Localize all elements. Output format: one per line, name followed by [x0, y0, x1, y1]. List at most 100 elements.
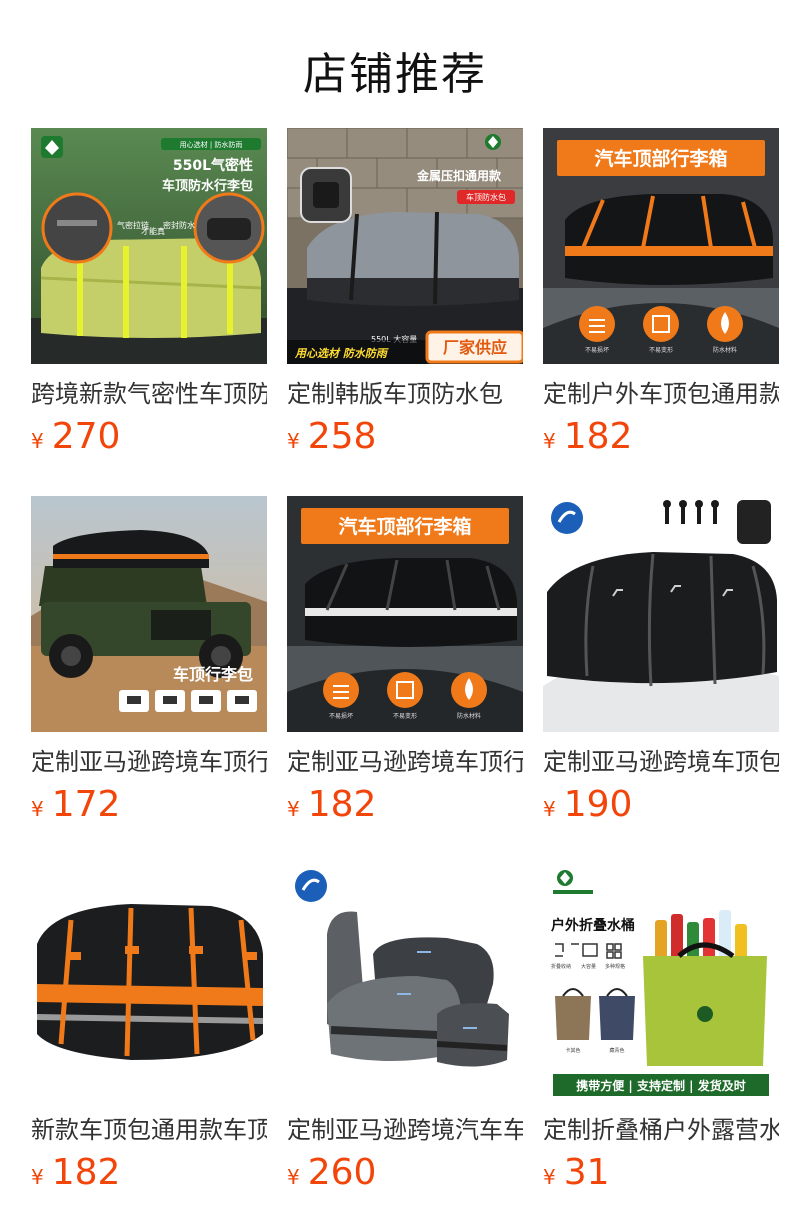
product-title[interactable]: 定制亚马逊跨境车顶行李箱 [287, 747, 523, 777]
product-image[interactable] [287, 864, 523, 1100]
product-price: 182 [51, 1152, 121, 1193]
currency-symbol: ¥ [287, 797, 300, 821]
banner-text: 厂家供应 [443, 338, 507, 357]
feature-label: 不易损坏 [585, 346, 609, 354]
currency-symbol: ¥ [543, 797, 556, 821]
price-row: ¥190 [543, 784, 632, 828]
product-card[interactable]: 定制亚马逊跨境汽车车顶包 ¥260 [287, 864, 523, 1209]
banner-text: 汽车顶部行李箱 [338, 515, 471, 538]
brand-logo-icon [485, 134, 501, 150]
layers-icon [323, 672, 359, 708]
price-row: ¥182 [543, 416, 632, 460]
product-image[interactable]: 金属压扣通用款 车顶防水包 550L 大容量 用心选材 防水防雨 厂家供应 [287, 128, 523, 364]
product-image[interactable] [31, 864, 267, 1100]
product-title[interactable]: 定制韩版车顶防水包 [287, 379, 523, 409]
price-row: ¥182 [31, 1152, 120, 1196]
feature-label: 不易损坏 [329, 712, 353, 720]
brand-logo-icon [41, 136, 63, 158]
product-image-svg: 户外折叠水桶 折叠收纳 大容量 多种规格 卡其色 藏青色 携带方便 | 支持定制… [543, 864, 779, 1100]
currency-symbol: ¥ [31, 429, 44, 453]
product-image-svg [31, 864, 267, 1100]
product-image[interactable] [543, 496, 779, 732]
storage-pouch-icon [737, 500, 771, 544]
product-title[interactable]: 定制折叠桶户外露营水桶 [543, 1115, 779, 1145]
product-image-svg: 车顶行李包 [31, 496, 267, 732]
feature-label: 多种规格 [605, 963, 625, 970]
page-title: 店铺推荐 [303, 49, 487, 100]
product-card[interactable]: 新款车顶包通用款车顶行李包 ¥182 [31, 864, 267, 1209]
headline-text: 550L气密性 [173, 157, 253, 174]
product-image[interactable]: 户外折叠水桶 折叠收纳 大容量 多种规格 卡其色 藏青色 携带方便 | 支持定制… [543, 864, 779, 1100]
badge-text: 用心选材 | 防水防雨 [180, 140, 243, 149]
banner-text: 用心选材 防水防雨 [294, 347, 389, 360]
price-row: ¥258 [287, 416, 376, 460]
product-title[interactable]: 定制亚马逊跨境汽车车顶包 [287, 1115, 523, 1145]
currency-symbol: ¥ [31, 797, 44, 821]
product-title[interactable]: 跨境新款气密性车顶防水行李包 [31, 379, 267, 409]
caption-text: 车顶行李包 [173, 665, 253, 684]
product-price: 182 [307, 784, 377, 825]
product-card[interactable]: 汽车顶部行李箱 不易损坏 不易变形 防水材料 定制户外车顶包通用款车顶行李箱 ¥… [543, 128, 779, 473]
headline-text: 户外折叠水桶 [551, 917, 635, 934]
product-title[interactable]: 定制亚马逊跨境车顶包 [543, 747, 779, 777]
tag-text: 车顶防水包 [466, 192, 506, 202]
price-row: ¥172 [31, 784, 120, 828]
feature-label: 防水材料 [457, 712, 481, 720]
product-price: 182 [563, 416, 633, 457]
headline-text: 车顶防水行李包 [162, 178, 253, 194]
feature-label: 防水材料 [713, 346, 737, 354]
product-image[interactable]: 汽车顶部行李箱 不易损坏 不易变形 防水材料 [287, 496, 523, 732]
product-price: 31 [563, 1152, 610, 1193]
price-row: ¥31 [543, 1152, 610, 1196]
currency-symbol: ¥ [543, 429, 556, 453]
currency-symbol: ¥ [287, 429, 300, 453]
feature-label: 大容量 [581, 963, 596, 970]
price-row: ¥182 [287, 784, 376, 828]
product-card[interactable]: 定制亚马逊跨境车顶包 ¥190 [543, 496, 779, 841]
product-image[interactable]: 用心选材 | 防水防雨 550L气密性 车顶防水行李包 气密拉链 才能真 密封防… [31, 128, 267, 364]
color-label: 藏青色 [609, 1047, 624, 1054]
banner-text: 汽车顶部行李箱 [594, 147, 727, 170]
feature-label: 才能真 [141, 226, 165, 236]
product-image-svg [287, 864, 523, 1100]
product-title[interactable]: 新款车顶包通用款车顶行李包 [31, 1115, 267, 1145]
banner-text: 携带方便 | 支持定制 | 发货及时 [576, 1078, 745, 1093]
price-row: ¥270 [31, 416, 120, 460]
feature-label: 不易变形 [393, 712, 417, 720]
color-label: 卡其色 [565, 1047, 580, 1054]
headline-text: 金属压扣通用款 [416, 168, 502, 183]
product-card[interactable]: 金属压扣通用款 车顶防水包 550L 大容量 用心选材 防水防雨 厂家供应 定制… [287, 128, 523, 473]
product-card[interactable]: 用心选材 | 防水防雨 550L气密性 车顶防水行李包 气密拉链 才能真 密封防… [31, 128, 267, 473]
feature-icons [323, 672, 487, 708]
product-image[interactable]: 车顶行李包 [31, 496, 267, 732]
product-card[interactable]: 车顶行李包 定制亚马逊跨境车顶行李包 ¥172 [31, 496, 267, 841]
product-image[interactable]: 汽车顶部行李箱 不易损坏 不易变形 防水材料 [543, 128, 779, 364]
product-title[interactable]: 定制亚马逊跨境车顶行李包 [31, 747, 267, 777]
feature-label: 不易变形 [649, 346, 673, 354]
currency-symbol: ¥ [31, 1165, 44, 1189]
store-badge-icon [295, 870, 327, 902]
currency-symbol: ¥ [287, 1165, 300, 1189]
box-icon [387, 672, 423, 708]
store-badge-icon [551, 502, 583, 534]
product-card[interactable]: 汽车顶部行李箱 不易损坏 不易变形 防水材料 定制亚马逊跨境车顶行李箱 ¥182 [287, 496, 523, 841]
product-price: 260 [307, 1152, 377, 1193]
price-row: ¥260 [287, 1152, 376, 1196]
product-image-svg: 汽车顶部行李箱 不易损坏 不易变形 防水材料 [543, 128, 779, 364]
feature-label: 折叠收纳 [551, 963, 571, 970]
feature-icons [579, 306, 743, 342]
product-image-svg: 用心选材 | 防水防雨 550L气密性 车顶防水行李包 气密拉链 才能真 密封防… [31, 128, 267, 364]
feature-label: 密封防水 [163, 220, 195, 230]
product-title[interactable]: 定制户外车顶包通用款车顶行李箱 [543, 379, 779, 409]
product-card[interactable]: 户外折叠水桶 折叠收纳 大容量 多种规格 卡其色 藏青色 携带方便 | 支持定制… [543, 864, 779, 1209]
product-price: 270 [51, 416, 121, 457]
currency-symbol: ¥ [543, 1165, 556, 1189]
product-price: 172 [51, 784, 121, 825]
layers-icon [579, 306, 615, 342]
product-image-svg: 汽车顶部行李箱 不易损坏 不易变形 防水材料 [287, 496, 523, 732]
product-image-svg [543, 496, 779, 732]
product-price: 258 [307, 416, 377, 457]
product-image-svg: 金属压扣通用款 车顶防水包 550L 大容量 用心选材 防水防雨 厂家供应 [287, 128, 523, 364]
product-price: 190 [563, 784, 633, 825]
box-icon [643, 306, 679, 342]
